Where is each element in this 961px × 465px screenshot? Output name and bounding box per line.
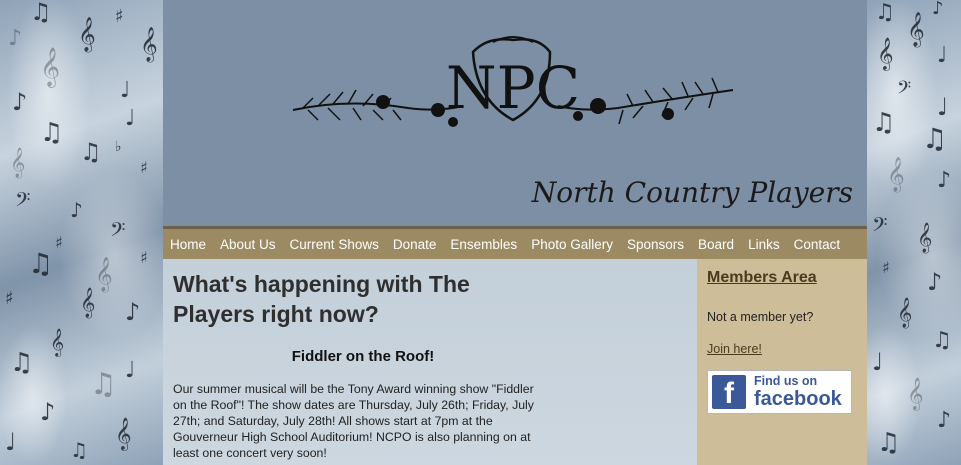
bass-clef-icon: 𝄢 xyxy=(15,188,31,216)
sharp-icon: ♯ xyxy=(55,233,63,252)
nav-item-about-us[interactable]: About Us xyxy=(220,237,276,252)
eighth-notes-icon: ♫ xyxy=(875,0,895,25)
treble-clef-icon: 𝄞 xyxy=(80,288,96,318)
main-content: What's happening with The Players right … xyxy=(163,259,697,465)
treble-clef-icon: 𝄞 xyxy=(917,223,933,253)
nav-item-ensembles[interactable]: Ensembles xyxy=(450,237,517,252)
treble-clef-icon: 𝄞 xyxy=(897,298,913,328)
sharp-icon: ♯ xyxy=(115,6,124,27)
main-nav: Home About Us Current Shows Donate Ensem… xyxy=(163,226,867,259)
note-icon: ♪ xyxy=(932,0,944,19)
treble-clef-icon: 𝄞 xyxy=(115,417,132,450)
note-icon: ♩ xyxy=(125,358,136,383)
treble-clef-icon: 𝄞 xyxy=(907,12,925,47)
eighth-notes-icon: ♫ xyxy=(872,108,896,138)
sharp-icon: ♯ xyxy=(5,288,14,309)
show-description: Our summer musical will be the Tony Awar… xyxy=(173,382,534,460)
treble-clef-icon: 𝄞 xyxy=(887,157,905,192)
eighth-notes-icon: ♫ xyxy=(70,438,88,462)
eighth-notes-icon: ♫ xyxy=(30,0,52,26)
nav-item-contact[interactable]: Contact xyxy=(794,237,841,252)
note-icon: ♪ xyxy=(937,408,952,433)
note-icon: ♩ xyxy=(5,428,17,456)
note-icon: ♪ xyxy=(70,198,83,222)
flat-icon: ♭ xyxy=(115,139,122,155)
note-icon: ♩ xyxy=(937,43,948,68)
eighth-notes-icon: ♫ xyxy=(80,138,102,166)
facebook-find-text: Find us on xyxy=(754,373,818,388)
note-icon: ♪ xyxy=(40,398,56,426)
facebook-wordmark: facebook xyxy=(754,388,842,411)
show-title: Fiddler on the Roof! xyxy=(291,348,435,365)
note-icon: ♩ xyxy=(125,106,136,131)
bass-clef-icon: 𝄢 xyxy=(897,78,912,103)
nav-item-sponsors[interactable]: Sponsors xyxy=(627,237,684,252)
treble-clef-icon: 𝄞 xyxy=(10,148,26,178)
facebook-button[interactable]: f Find us on facebook xyxy=(707,370,852,414)
npc-logo[interactable]: NPC xyxy=(288,30,738,150)
nav-item-current-shows[interactable]: Current Shows xyxy=(290,237,379,252)
bass-clef-icon: 𝄢 xyxy=(872,213,888,241)
treble-clef-icon: 𝄞 xyxy=(40,47,61,87)
bass-clef-icon: 𝄢 xyxy=(110,218,126,246)
facebook-icon: f xyxy=(712,375,746,409)
music-notes-background-left: ♫ ♯ ♪ 𝄞 𝄞 𝄞 ♩ ♪ ♩ ♫ ♫ 𝄞 ♭ ♯ 𝄢 ♪ 𝄢 ♯ ♫ 𝄞 … xyxy=(0,0,163,465)
eighth-notes-icon: ♫ xyxy=(28,247,54,280)
members-area-link[interactable]: Members Area xyxy=(707,269,817,287)
page-heading: What's happening with The Players right … xyxy=(173,271,470,327)
eighth-notes-icon: ♫ xyxy=(922,122,948,155)
treble-clef-icon: 𝄞 xyxy=(907,377,924,410)
eighth-notes-icon: ♫ xyxy=(10,348,34,378)
treble-clef-icon: 𝄞 xyxy=(140,27,158,62)
logo-text: NPC xyxy=(446,54,580,122)
nav-item-photo-gallery[interactable]: Photo Gallery xyxy=(531,237,613,252)
sharp-icon: ♯ xyxy=(140,248,148,267)
sharp-icon: ♯ xyxy=(140,158,148,177)
nav-item-board[interactable]: Board xyxy=(698,237,734,252)
note-icon: ♪ xyxy=(8,26,23,51)
treble-clef-icon: 𝄞 xyxy=(877,37,894,70)
site-header: NPC North Country Players xyxy=(163,0,867,226)
note-icon: ♩ xyxy=(937,93,949,121)
note-icon: ♪ xyxy=(937,168,952,193)
nav-item-home[interactable]: Home xyxy=(170,237,206,252)
join-here-link[interactable]: Join here! xyxy=(707,342,762,356)
music-notes-background-right: ♫ ♪ 𝄞 𝄞 ♩ 𝄢 ♩ ♫ ♫ 𝄞 ♪ 𝄢 𝄞 ♯ ♪ 𝄞 ♫ ♩ 𝄞 ♪ … xyxy=(867,0,961,465)
note-icon: ♩ xyxy=(872,348,884,376)
members-sidebar: Members Area Not a member yet? Join here… xyxy=(697,259,867,465)
treble-clef-icon: 𝄞 xyxy=(95,257,113,292)
eighth-notes-icon: ♫ xyxy=(90,367,117,402)
sharp-icon: ♯ xyxy=(882,258,890,277)
note-icon: ♪ xyxy=(12,88,28,116)
eighth-notes-icon: ♫ xyxy=(40,118,64,148)
treble-clef-icon: 𝄞 xyxy=(78,17,96,52)
note-icon: ♪ xyxy=(125,298,141,326)
nav-item-donate[interactable]: Donate xyxy=(393,237,437,252)
not-member-text: Not a member yet? xyxy=(707,310,814,324)
site-title: North Country Players xyxy=(531,176,853,209)
note-icon: ♩ xyxy=(120,78,131,103)
nav-item-links[interactable]: Links xyxy=(748,237,780,252)
eighth-notes-icon: ♫ xyxy=(932,328,952,353)
note-icon: ♪ xyxy=(927,268,943,296)
eighth-notes-icon: ♫ xyxy=(877,428,901,458)
treble-clef-icon: 𝄞 xyxy=(50,328,65,356)
